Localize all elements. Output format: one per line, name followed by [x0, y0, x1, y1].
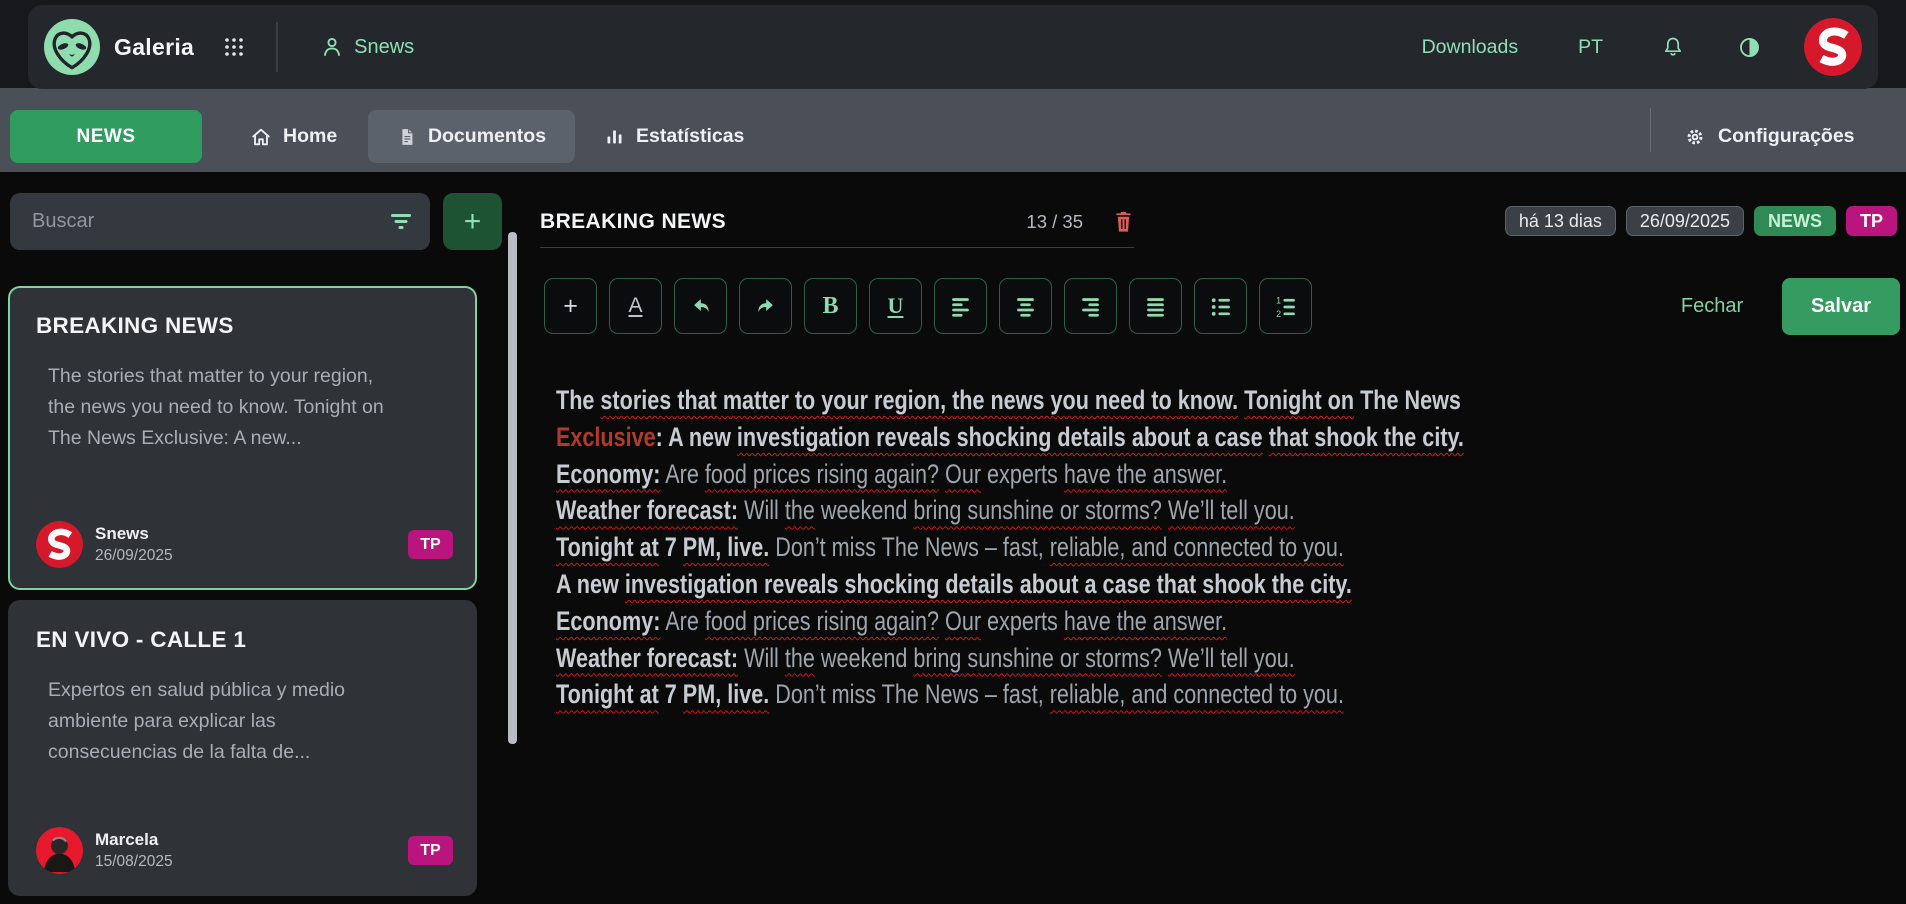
news-card[interactable]: EN VIVO - CALLE 1 Expertos en salud públ…	[8, 600, 477, 896]
tp-badge: TP	[1846, 206, 1897, 236]
main-nav-bar: NEWS Home Documentos Estatísticas Config…	[0, 88, 1906, 172]
toolbar-add-button[interactable]: +	[544, 278, 597, 334]
rich-text-editor[interactable]: The stories that matter to your region, …	[556, 382, 1596, 713]
document-badges: há 13 dias 26/09/2025 NEWS TP	[1505, 206, 1897, 236]
news-section-button[interactable]: NEWS	[10, 110, 202, 163]
card-tp-badge: TP	[408, 530, 453, 559]
document-title: BREAKING NEWS	[540, 210, 1026, 234]
add-document-button[interactable]: +	[443, 193, 502, 250]
card-footer: Marcela 15/08/2025 TP	[36, 827, 453, 874]
editor-line: Exclusive: A new investigation reveals s…	[556, 419, 1596, 456]
nav-divider	[1650, 108, 1651, 152]
toolbar-align-justify-button[interactable]	[1129, 278, 1182, 334]
svg-text:1: 1	[1276, 295, 1281, 305]
nav-item-documents[interactable]: Documentos	[368, 110, 575, 163]
editor-line: Economy: Are food prices rising again? O…	[556, 456, 1596, 493]
category-badge: NEWS	[1754, 206, 1836, 236]
topbar-divider	[276, 22, 278, 72]
save-button[interactable]: Salvar	[1782, 278, 1900, 335]
gear-icon	[1684, 126, 1706, 148]
close-button[interactable]: Fechar	[1668, 278, 1756, 334]
card-author: Snews	[95, 524, 173, 544]
editor-line: Weather forecast: Will the weekend bring…	[556, 640, 1596, 677]
editor-line: Weather forecast: Will the weekend bring…	[556, 492, 1596, 529]
nav-item-home[interactable]: Home	[250, 110, 337, 163]
person-icon	[320, 35, 344, 59]
delete-document-button[interactable]	[1113, 210, 1134, 234]
card-date: 15/08/2025	[95, 853, 173, 871]
apps-grid-icon[interactable]	[222, 35, 246, 59]
date-badge: 26/09/2025	[1626, 206, 1744, 236]
sidebar-search-box	[10, 193, 430, 250]
card-excerpt: The stories that matter to your region, …	[48, 361, 400, 454]
card-date: 26/09/2025	[95, 547, 173, 565]
card-title: EN VIVO - CALLE 1	[36, 627, 449, 653]
toolbar-undo-button[interactable]	[674, 278, 727, 334]
nav-documents-label: Documentos	[428, 125, 546, 148]
search-input[interactable]	[10, 210, 372, 233]
editor-line: A new investigation reveals shocking det…	[556, 566, 1596, 603]
toolbar-text-color-button[interactable]: A	[609, 278, 662, 334]
document-counter: 13 / 35	[1026, 211, 1083, 233]
workspace-selector[interactable]: Snews	[320, 35, 414, 59]
theme-contrast-icon[interactable]	[1737, 35, 1762, 60]
svg-text:2: 2	[1276, 308, 1281, 317]
card-author: Marcela	[95, 830, 173, 850]
editor-line: Economy: Are food prices rising again? O…	[556, 603, 1596, 640]
card-footer: Snews 26/09/2025 TP	[36, 521, 453, 568]
toolbar-underline-button[interactable]: U	[869, 278, 922, 334]
document-header: BREAKING NEWS 13 / 35	[540, 197, 1134, 248]
snews-logo-icon	[36, 521, 83, 568]
news-card[interactable]: BREAKING NEWS The stories that matter to…	[8, 286, 477, 590]
nav-home-label: Home	[283, 125, 337, 148]
nav-item-stats[interactable]: Estatísticas	[604, 110, 744, 163]
sidebar-scrollbar[interactable]	[508, 232, 517, 744]
brand-title: Galeria	[114, 34, 194, 61]
house-icon	[250, 126, 272, 148]
marcela-photo-icon	[36, 827, 83, 874]
toolbar-ordered-list-button[interactable]: 12	[1259, 278, 1312, 334]
toolbar-redo-button[interactable]	[739, 278, 792, 334]
age-badge: há 13 dias	[1505, 206, 1616, 236]
nav-item-settings[interactable]: Configurações	[1684, 110, 1855, 163]
card-tp-badge: TP	[408, 836, 453, 865]
trash-icon	[1113, 210, 1134, 234]
card-title: BREAKING NEWS	[36, 313, 449, 339]
snews-account-avatar[interactable]	[1804, 18, 1862, 76]
editor-toolbar: +ABU12	[544, 278, 1312, 334]
editor-line: Tonight at 7 PM, live. Don’t miss The Ne…	[556, 529, 1596, 566]
app-top-bar: Galeria Snews Downloads PT	[28, 5, 1878, 89]
language-selector[interactable]: PT	[1578, 36, 1603, 59]
toolbar-align-right-button[interactable]	[1064, 278, 1117, 334]
nav-stats-label: Estatísticas	[636, 125, 744, 148]
toolbar-bullet-list-button[interactable]	[1194, 278, 1247, 334]
editor-line: Tonight at 7 PM, live. Don’t miss The Ne…	[556, 676, 1596, 713]
toolbar-bold-button[interactable]: B	[804, 278, 857, 334]
bell-icon[interactable]	[1661, 35, 1685, 59]
card-excerpt: Expertos en salud pública y medio ambien…	[48, 675, 400, 768]
toolbar-align-center-button[interactable]	[999, 278, 1052, 334]
nav-settings-label: Configurações	[1718, 125, 1855, 148]
toolbar-align-left-button[interactable]	[934, 278, 987, 334]
downloads-link[interactable]: Downloads	[1422, 36, 1518, 59]
document-icon	[397, 126, 417, 148]
galeria-alien-logo-icon	[44, 19, 100, 75]
filter-icon[interactable]	[372, 193, 430, 250]
editor-line: The stories that matter to your region, …	[556, 382, 1596, 419]
bar-chart-icon	[604, 126, 625, 147]
workspace-name: Snews	[354, 36, 414, 59]
